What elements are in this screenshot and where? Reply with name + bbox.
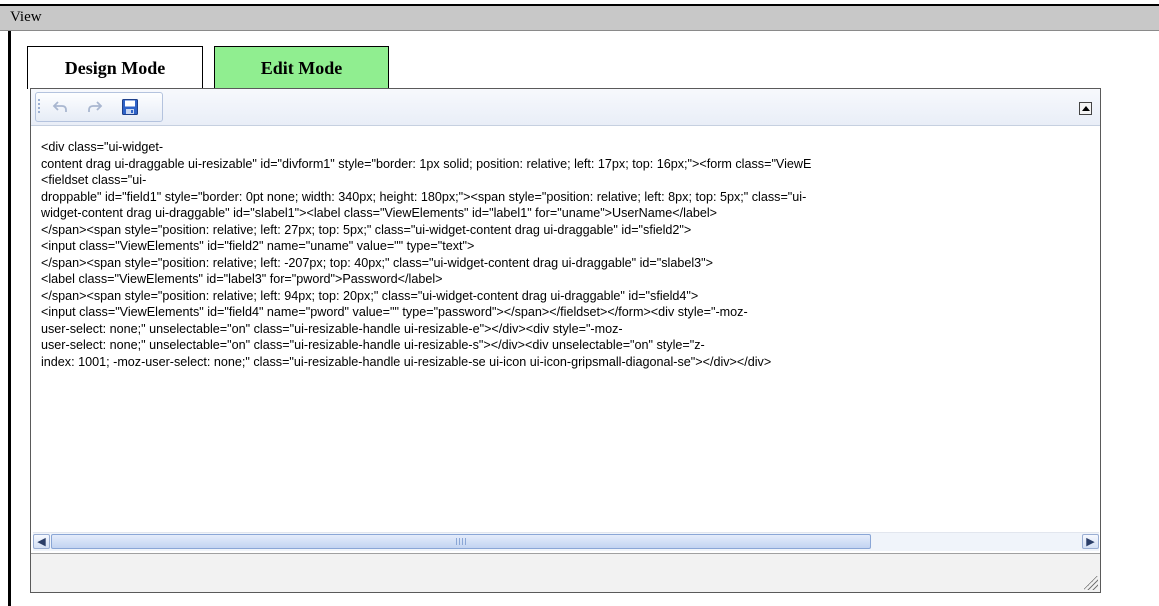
code-line: <input class="ViewElements" id="field4" … bbox=[41, 305, 748, 319]
code-line: widget-content drag ui-draggable" id="sl… bbox=[41, 206, 718, 220]
save-icon bbox=[122, 99, 138, 115]
collapse-toolbar-button[interactable] bbox=[1079, 102, 1092, 115]
code-line: user-select: none;" unselectable="on" cl… bbox=[41, 321, 623, 336]
code-line: </span><span style="position: relative; … bbox=[41, 288, 699, 303]
code-line: <input class="ViewElements" id="field2" … bbox=[41, 239, 475, 253]
code-line: <label class="ViewElements" id="label3" … bbox=[41, 272, 443, 286]
redo-icon bbox=[88, 101, 103, 112]
code-line: <div class="ui-widget- bbox=[41, 140, 164, 154]
code-line: </span><span style="position: relative; … bbox=[41, 222, 692, 237]
scrollbar-thumb[interactable] bbox=[51, 534, 871, 549]
code-line: user-select: none;" unselectable="on" cl… bbox=[41, 338, 705, 352]
code-line: </span><span style="position: relative; … bbox=[41, 255, 713, 270]
view-header: View bbox=[0, 4, 1159, 31]
code-text-area[interactable]: <div class="ui-widget-content drag ui-dr… bbox=[33, 139, 1099, 529]
save-button[interactable] bbox=[120, 97, 140, 117]
scroll-right-button[interactable]: ▶ bbox=[1082, 534, 1099, 549]
tab-design-mode[interactable]: Design Mode bbox=[27, 46, 203, 89]
view-title: View bbox=[10, 9, 42, 25]
left-border bbox=[8, 31, 11, 606]
chevron-left-icon: ◀ bbox=[37, 536, 46, 548]
thumb-grip-icon bbox=[456, 538, 466, 545]
resize-grip-icon[interactable] bbox=[1084, 576, 1098, 590]
code-line: index: 1001; -moz-user-select: none;" cl… bbox=[41, 354, 772, 369]
code-editor: <div class="ui-widget-content drag ui-dr… bbox=[30, 88, 1101, 593]
scroll-left-button[interactable]: ◀ bbox=[33, 534, 50, 549]
editor-statusbar bbox=[31, 553, 1100, 592]
code-line: droppable" id="field1" style="border: 0p… bbox=[41, 189, 807, 204]
undo-icon bbox=[52, 101, 67, 112]
tab-edit-mode[interactable]: Edit Mode bbox=[214, 46, 389, 89]
toolbar-grip-icon[interactable] bbox=[38, 99, 40, 115]
editor-toolbar bbox=[31, 89, 1100, 126]
chevron-right-icon: ▶ bbox=[1086, 536, 1095, 548]
code-line: <fieldset class="ui- bbox=[41, 173, 147, 187]
toolbar-group bbox=[35, 92, 163, 122]
code-line: content drag ui-draggable ui-resizable" … bbox=[41, 156, 812, 171]
horizontal-scrollbar[interactable]: ◀ ▶ bbox=[33, 532, 1099, 551]
redo-button[interactable] bbox=[85, 97, 105, 117]
undo-button[interactable] bbox=[50, 97, 70, 117]
